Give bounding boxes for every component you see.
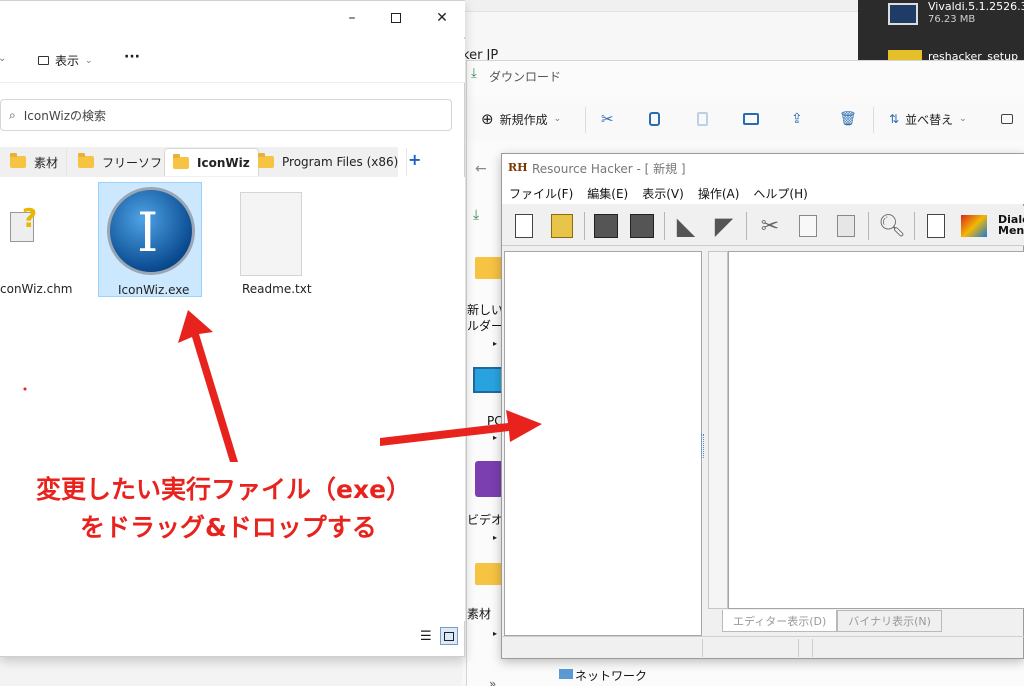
annotation-arrows (23, 310, 542, 462)
arrow-to-resource-hacker (380, 410, 542, 446)
arrow-to-exe (178, 310, 238, 462)
red-dot (23, 387, 27, 391)
annotation-line-1: 変更したい実行ファイル（exe） (36, 475, 412, 504)
annotation-line-2: をドラッグ&ドロップする (80, 513, 377, 542)
